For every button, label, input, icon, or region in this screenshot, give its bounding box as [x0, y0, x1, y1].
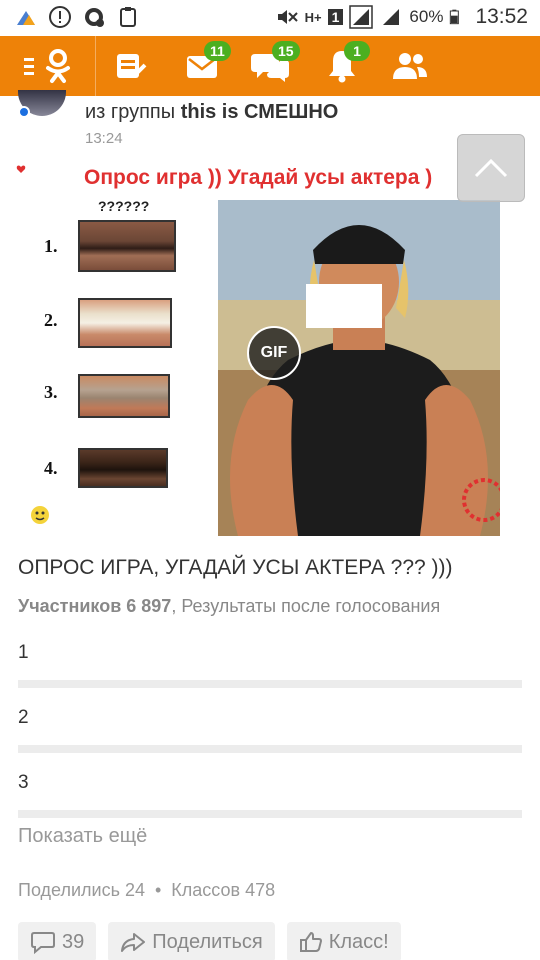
heart-icon: [16, 165, 26, 173]
app-screen: { "status_bar": { "battery_percent": "60…: [0, 0, 540, 960]
stats-separator: •: [154, 880, 162, 900]
friends-icon: [393, 53, 427, 79]
mouth-photo-4: [78, 448, 168, 488]
app-notification-icon: [17, 11, 35, 25]
status-bar-right: H+ 1 60% 13:52: [275, 5, 528, 29]
chevron-up-icon: [474, 158, 508, 178]
comments-button[interactable]: 39: [18, 922, 97, 960]
messages-badge: 11: [204, 41, 231, 61]
mouth-photo-1: [78, 220, 176, 272]
thumbs-up-icon: [299, 932, 322, 952]
image-caption: Опрос игра )) Угадай усы актера ): [84, 166, 433, 189]
poll-option-2[interactable]: 2: [18, 707, 29, 729]
mouth-photo-2: [78, 298, 172, 348]
notifications-button[interactable]: 1: [312, 36, 372, 96]
top-toolbar: 11 15 1: [0, 36, 540, 96]
show-more-link[interactable]: Показать ещё: [18, 825, 147, 848]
ok-logo-icon: [45, 49, 70, 83]
signal-icon-2: [383, 9, 400, 25]
post-gif-image[interactable]: Опрос игра )) Угадай усы актера ) ??????…: [16, 160, 520, 538]
group-name: this is СМЕШНО: [180, 101, 339, 123]
battery-icon: [450, 9, 460, 25]
status-bar: H+ 1 60% 13:52: [0, 0, 540, 36]
poll-option-3[interactable]: 3: [18, 772, 29, 794]
poll-title: ОПРОС ИГРА, УГАДАЙ УСЫ АКТЕРА ??? ))): [18, 556, 453, 579]
status-bar-left: [14, 5, 140, 29]
signal-icon: [349, 5, 374, 29]
comments-count: 39: [62, 930, 85, 953]
online-indicator: [18, 106, 30, 118]
notes-button[interactable]: [100, 36, 160, 96]
poll-participants: Участников 6 897: [18, 596, 172, 616]
mute-icon: [277, 10, 298, 24]
scroll-to-top-button[interactable]: [457, 134, 525, 202]
mouth-photo-3: [78, 374, 170, 418]
poll-results-note: , Результаты после голосования: [171, 596, 441, 616]
poll-option-1[interactable]: 1: [18, 642, 29, 664]
clipboard-icon: [120, 7, 136, 27]
network-type: H+: [304, 9, 322, 25]
share-button[interactable]: Поделиться: [108, 922, 275, 960]
messages-button[interactable]: 11: [172, 36, 232, 96]
clock: 13:52: [475, 5, 528, 28]
notifications-badge: 1: [344, 41, 370, 61]
image-question-marks: ??????: [98, 198, 150, 214]
group-source[interactable]: из группы this is СМЕШНО: [85, 101, 338, 124]
poll-option-3-bar[interactable]: [18, 810, 522, 818]
like-label: Класс!: [328, 930, 389, 953]
image-number-1: 1.: [44, 236, 58, 256]
discussions-badge: 15: [272, 41, 300, 61]
notes-icon: [117, 54, 147, 78]
alert-icon: [49, 6, 71, 28]
image-number-2: 2.: [44, 310, 58, 330]
post-stats: Поделились 24 • Классов 478: [18, 880, 275, 901]
image-number-4: 4.: [44, 458, 58, 478]
comment-icon: [31, 932, 55, 954]
like-button[interactable]: Класс!: [286, 922, 401, 960]
poll-option-2-bar[interactable]: [18, 745, 522, 753]
friends-button[interactable]: [380, 36, 440, 96]
poll-option-1-bar[interactable]: [18, 680, 522, 688]
menu-icon: [23, 58, 34, 75]
shares-count[interactable]: Поделились 24: [18, 880, 145, 901]
post-actions: 39 Поделиться Класс!: [18, 922, 401, 960]
share-label: Поделиться: [152, 930, 263, 953]
sim-indicator: 1: [327, 9, 344, 25]
share-arrow-icon: [121, 933, 146, 952]
discussions-button[interactable]: 15: [240, 36, 300, 96]
image-number-3: 3.: [44, 382, 58, 402]
menu-logo-button[interactable]: [0, 36, 96, 96]
battery-percent: 60%: [409, 7, 444, 26]
whatsapp-icon: [85, 8, 104, 27]
likes-count[interactable]: Классов 478: [171, 880, 275, 901]
gif-play-badge[interactable]: GIF: [247, 326, 301, 380]
poll-meta: Участников 6 897, Результаты после голос…: [18, 596, 440, 617]
emoji-sticker-icon: [31, 506, 49, 524]
group-prefix: из группы: [85, 101, 181, 123]
post-time: 13:24: [85, 130, 123, 147]
